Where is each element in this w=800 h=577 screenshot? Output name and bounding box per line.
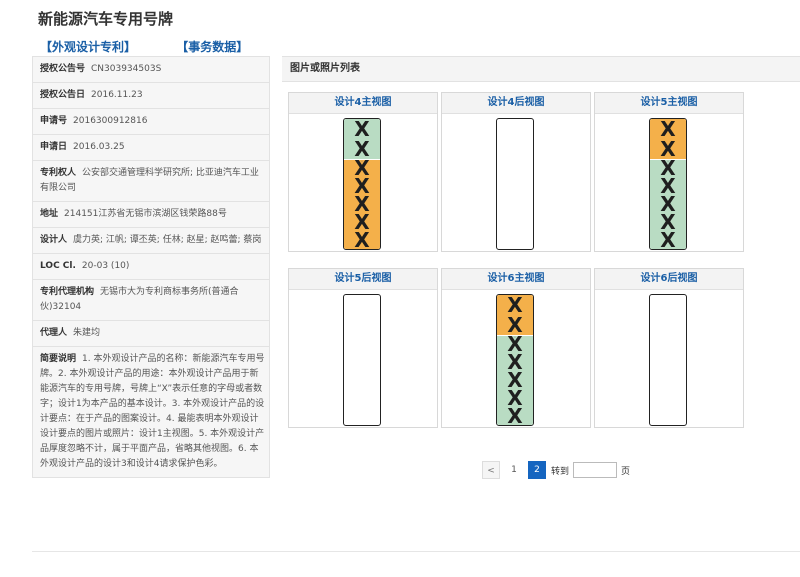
detail-label: 专利权人	[40, 168, 77, 178]
plate-top-section: XX	[650, 119, 686, 159]
tab-design-patent[interactable]: 【外观设计专利】	[40, 40, 136, 54]
plate-emblem-icon: ◦	[666, 159, 670, 165]
detail-label: 设计人	[40, 235, 68, 245]
plate-bottom-characters: XXXXX	[507, 332, 523, 426]
page-1-button[interactable]: 1	[505, 461, 523, 479]
detail-label: 申请日	[40, 142, 68, 152]
pagination: < 1 2 转到 页	[482, 461, 630, 479]
plate-top-characters: XX	[660, 118, 676, 161]
detail-label: 专利代理机构	[40, 287, 95, 297]
goto-label: 转到	[551, 466, 570, 477]
detail-label: 地址	[40, 209, 59, 219]
detail-row-agency: 专利代理机构 无锡市大为专利商标事务所(普通合伙)32104	[33, 280, 269, 321]
detail-value: 214151江苏省无锡市滨湖区钱荣路88号	[64, 209, 227, 219]
plate-bottom-characters: XXXXX	[660, 156, 676, 250]
image-caption[interactable]: 设计6主视图	[442, 269, 590, 290]
detail-row-loc-class: LOC Cl. 20-03 (10)	[33, 254, 269, 280]
image-caption[interactable]: 设计4主视图	[289, 93, 437, 114]
image-card[interactable]: 设计6主视图 X X X X X X X ◦	[441, 268, 591, 428]
plate-bottom-section: XXXXX	[650, 156, 686, 250]
goto-page-input[interactable]	[573, 462, 618, 478]
plate-top-characters: XX	[507, 294, 523, 337]
detail-row-description: 简要说明 1. 本外观设计产品的名称：新能源汽车专用号牌。2. 本外观设计产品的用…	[33, 347, 269, 477]
patent-details-panel: 授权公告号 CN303934503S 授权公告日 2016.11.23 申请号 201…	[32, 56, 270, 478]
image-list-title: 图片或照片列表	[282, 56, 800, 82]
plate-bottom-characters: XXXXX	[354, 156, 370, 250]
detail-value: 1. 本外观设计产品的名称：新能源汽车专用号牌。2. 本外观设计产品的用途：本外…	[40, 354, 265, 469]
plate-emblem-icon: ◦	[360, 159, 364, 165]
detail-row-agent: 代理人 朱建均	[33, 321, 269, 347]
tab-transaction-data[interactable]: 【事务数据】	[176, 40, 248, 54]
detail-value: 2016.03.25	[73, 142, 125, 152]
detail-value: 2016.11.23	[91, 90, 143, 100]
detail-value: 朱建均	[73, 328, 101, 338]
image-card[interactable]: 设计6后视图	[594, 268, 744, 428]
page-suffix: 页	[621, 466, 631, 477]
detail-label: 代理人	[40, 328, 68, 338]
tab-bar: 【外观设计专利】 【事务数据】	[40, 38, 284, 55]
image-list-panel: 图片或照片列表 设计4主视图 X X X X X X X ◦ 设计4后视图 设计5主视图 X X X X X X…	[282, 56, 800, 479]
license-plate-back-image	[343, 294, 381, 426]
bottom-divider	[32, 551, 800, 552]
detail-label: 简要说明	[40, 354, 77, 364]
prev-page-button[interactable]: <	[482, 461, 500, 479]
license-plate-front-image: X X X X X X X ◦	[649, 118, 687, 250]
detail-value: 20-03 (10)	[81, 261, 130, 271]
detail-label: 授权公告号	[40, 64, 86, 74]
detail-value: CN303934503S	[91, 64, 162, 74]
detail-row-designers: 设计人 虞力英; 江帆; 谭丕英; 任林; 赵星; 赵鸣蕾; 蔡岗	[33, 228, 269, 254]
detail-label: LOC Cl.	[40, 261, 76, 271]
image-card[interactable]: 设计5后视图	[288, 268, 438, 428]
image-caption[interactable]: 设计5后视图	[289, 269, 437, 290]
image-card[interactable]: 设计4主视图 X X X X X X X ◦	[288, 92, 438, 252]
detail-row-publication-date: 授权公告日 2016.11.23	[33, 83, 269, 109]
image-card[interactable]: 设计5主视图 X X X X X X X ◦	[594, 92, 744, 252]
license-plate-back-image	[649, 294, 687, 426]
page-title: 新能源汽车专用号牌	[38, 10, 174, 28]
plate-emblem-icon: ◦	[513, 335, 517, 341]
plate-top-characters: XX	[354, 118, 370, 161]
plate-bottom-section: XXXXX	[344, 156, 380, 250]
image-caption[interactable]: 设计6后视图	[595, 269, 743, 290]
license-plate-front-image: X X X X X X X ◦	[343, 118, 381, 250]
plate-top-section: XX	[497, 295, 533, 335]
plate-bottom-section: XXXXX	[497, 332, 533, 426]
license-plate-back-image	[496, 118, 534, 250]
image-card[interactable]: 设计4后视图	[441, 92, 591, 252]
detail-row-application-number: 申请号 2016300912816	[33, 109, 269, 135]
detail-row-address: 地址 214151江苏省无锡市滨湖区钱荣路88号	[33, 202, 269, 228]
detail-row-patentee: 专利权人 公安部交通管理科学研究所; 比亚迪汽车工业有限公司	[33, 161, 269, 202]
detail-label: 申请号	[40, 116, 68, 126]
page-2-button[interactable]: 2	[528, 461, 546, 479]
detail-value: 虞力英; 江帆; 谭丕英; 任林; 赵星; 赵鸣蕾; 蔡岗	[73, 235, 262, 245]
image-caption[interactable]: 设计4后视图	[442, 93, 590, 114]
license-plate-front-image: X X X X X X X ◦	[496, 294, 534, 426]
detail-value: 2016300912816	[73, 116, 148, 126]
image-caption[interactable]: 设计5主视图	[595, 93, 743, 114]
plate-top-section: XX	[344, 119, 380, 159]
detail-row-publication-number: 授权公告号 CN303934503S	[33, 57, 269, 83]
detail-label: 授权公告日	[40, 90, 86, 100]
detail-row-application-date: 申请日 2016.03.25	[33, 135, 269, 161]
